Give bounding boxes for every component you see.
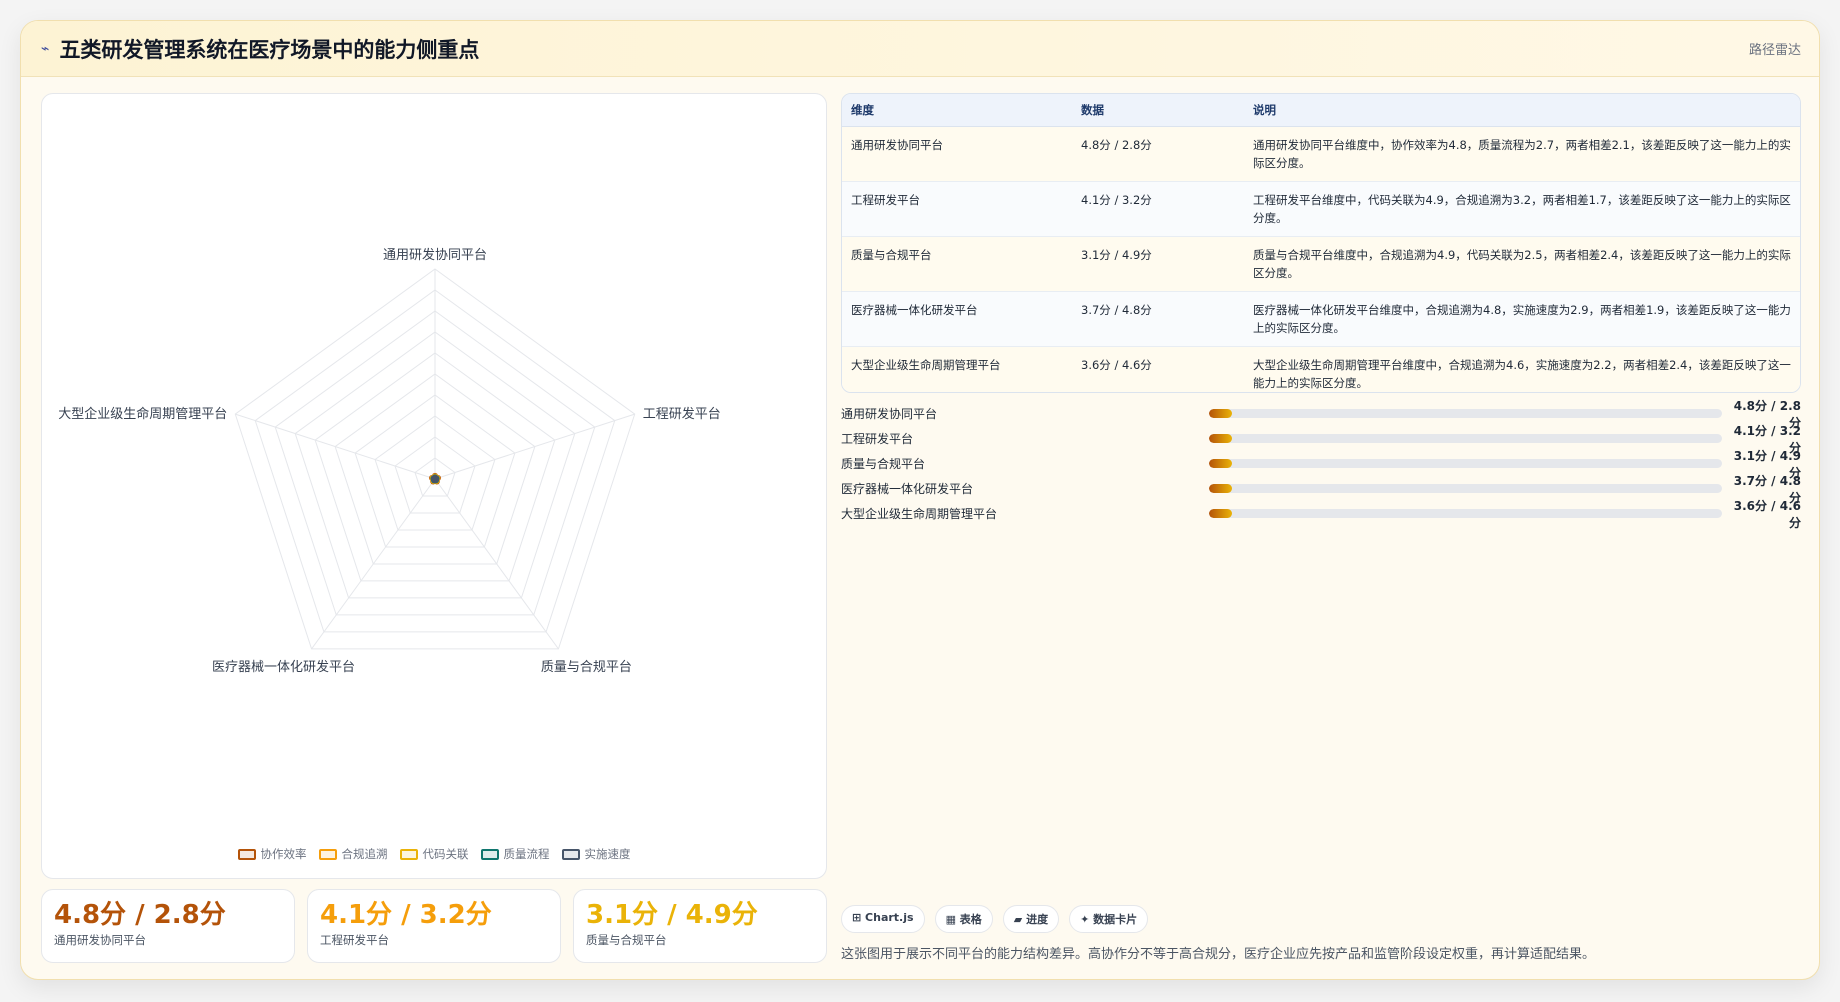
legend-label: 合规追溯	[341, 847, 388, 861]
page-title: 五类研发管理系统在医疗场景中的能力侧重点	[59, 37, 480, 62]
progress-track	[1209, 409, 1722, 418]
cell-description: 医疗器械一体化研发平台维度中，合规追溯为4.8，实施速度为2.9，两者相差1.9…	[1244, 291, 1800, 347]
progress-fill	[1209, 409, 1233, 418]
radar-point	[430, 475, 437, 482]
feature-chip[interactable]: ⊞ Chart.js	[841, 905, 925, 933]
progress-row: 工程研发平台 4.1分 / 3.2分	[841, 424, 1801, 455]
legend-swatch	[318, 848, 337, 860]
legend-label: 实施速度	[584, 847, 631, 861]
legend-swatch	[237, 848, 256, 860]
progress-label: 大型企业级生命周期管理平台	[841, 507, 998, 521]
legend-label: 协作效率	[260, 847, 307, 861]
legend-label: 代码关联	[422, 847, 469, 861]
cell-data: 3.7分 / 4.8分	[1072, 291, 1244, 347]
stat-card: 4.1分 / 3.2分工程研发平台	[307, 889, 561, 963]
progress-fill	[1209, 509, 1233, 518]
radar-chart: 通用研发协同平台工程研发平台质量与合规平台 医疗器械一体化研发平台 大型企业级生命周…	[41, 93, 827, 879]
legend-swatch	[480, 848, 499, 860]
col-header-data: 数据	[1072, 94, 1244, 127]
radar-axis-label: 大型企业级生命周期管理平台	[58, 406, 227, 422]
stat-label: 工程研发平台	[320, 933, 389, 947]
progress-fill	[1209, 434, 1233, 443]
radar-spoke	[434, 413, 635, 480]
legend-item[interactable]: 实施速度	[561, 846, 631, 862]
radar-svg: 通用研发协同平台工程研发平台质量与合规平台 医疗器械一体化研发平台 大型企业级生命周…	[58, 247, 721, 675]
feature-chips: ⊞ Chart.js ▦ 表格 ▰ 进度 ✦ 数据卡片	[841, 905, 1149, 933]
col-header-description: 说明	[1244, 94, 1800, 127]
progress-track	[1209, 484, 1722, 493]
stat-label: 通用研发协同平台	[54, 933, 146, 947]
progress-row: 通用研发协同平台 4.8分 / 2.8分	[841, 399, 1801, 430]
progress-track	[1209, 459, 1722, 468]
table-row: 医疗器械一体化研发平台 3.7分 / 4.8分 医疗器械一体化研发平台维度中，合规追…	[842, 291, 1800, 347]
table-row: 质量与合规平台 3.1分 / 4.9分 质量与合规平台维度中，合规追溯为4.9，代码…	[842, 236, 1800, 292]
cell-dimension: 工程研发平台	[842, 181, 1072, 237]
cell-description: 工程研发平台维度中，代码关联为4.9，合规追溯为3.2，两者相差1.7，该差距反…	[1244, 181, 1800, 237]
feature-chip[interactable]: ✦ 数据卡片	[1069, 905, 1149, 933]
progress-track	[1209, 509, 1722, 518]
cell-data: 3.1分 / 4.9分	[1072, 236, 1244, 292]
table-header-row: 维度 数据 说明	[842, 94, 1800, 127]
cell-data: 3.6分 / 4.6分	[1072, 346, 1244, 392]
radar-spoke	[235, 413, 436, 480]
progress-label: 质量与合规平台	[841, 457, 926, 471]
table-row: 通用研发协同平台 4.8分 / 2.8分 通用研发协同平台维度中，协作效率为4.8，…	[842, 126, 1800, 182]
progress-row: 医疗器械一体化研发平台 3.7分 / 4.8分	[841, 474, 1801, 505]
feature-chip[interactable]: ▦ 表格	[934, 905, 993, 933]
stat-value: 4.1分 / 3.2分	[320, 900, 492, 930]
panel-card: ⌁ 五类研发管理系统在医疗场景中的能力侧重点 路径雷达 通用研发协同平台 工程研发…	[20, 20, 1820, 980]
trend-icon: ⌁	[41, 40, 50, 57]
footnote: 这张图用于展示不同平台的能力结构差异。高协作分不等于高合规分，医疗企业应先按产品…	[841, 947, 1596, 962]
feature-chip[interactable]: ▰ 进度	[1002, 905, 1060, 933]
legend-swatch	[561, 848, 580, 860]
legend-item[interactable]: 协作效率	[237, 846, 307, 862]
stat-value: 4.8分 / 2.8分	[54, 900, 226, 930]
progress-label: 工程研发平台	[841, 432, 914, 446]
panel-header: ⌁ 五类研发管理系统在医疗场景中的能力侧重点 路径雷达	[21, 21, 1819, 77]
cell-data: 4.8分 / 2.8分	[1072, 126, 1244, 182]
col-header-dimension: 维度	[842, 94, 1072, 127]
progress-track	[1209, 434, 1722, 443]
legend-item[interactable]: 代码关联	[399, 846, 469, 862]
progress-row: 大型企业级生命周期管理平台 3.6分 / 4.6分	[841, 499, 1801, 530]
cell-description: 质量与合规平台维度中，合规追溯为4.9，代码关联为2.5，两者相差2.4，该差距…	[1244, 236, 1800, 292]
table-row: 大型企业级生命周期管理平台 3.6分 / 4.6分 大型企业级生命周期管理平台维度中…	[842, 346, 1800, 392]
header-tag: 路径雷达	[1748, 43, 1801, 58]
header-left: ⌁ 五类研发管理系统在医疗场景中的能力侧重点	[41, 34, 479, 64]
progress-label: 医疗器械一体化研发平台	[841, 482, 974, 496]
radar-axis-label: 质量与合规平台	[541, 660, 632, 675]
stat-label: 质量与合规平台	[586, 933, 667, 947]
data-table: 维度 数据 说明 通用研发协同平台 4.8分 / 2.8分 通用研发协同平台维度中，…	[841, 93, 1801, 393]
progress-fill	[1209, 459, 1233, 468]
cell-description: 大型企业级生命周期管理平台维度中，合规追溯为4.6，实施速度为2.2，两者相差2…	[1244, 346, 1800, 392]
cell-dimension: 质量与合规平台	[842, 236, 1072, 292]
legend-item[interactable]: 质量流程	[480, 846, 550, 862]
stat-cards: 4.8分 / 2.8分 通用研发协同平台 4.1分 / 3.2分 工程研发平台 3.1分…	[41, 889, 827, 963]
legend-swatch	[399, 848, 418, 860]
stat-card: 4.8分 / 2.8分通用研发协同平台	[41, 889, 295, 963]
progress-fill	[1209, 484, 1233, 493]
cell-data: 4.1分 / 3.2分	[1072, 181, 1244, 237]
cell-dimension: 大型企业级生命周期管理平台	[842, 346, 1072, 392]
radar-axis-label: 工程研发平台	[643, 406, 721, 422]
progress-list: 通用研发协同平台 4.8分 / 2.8分 工程研发平台 4.1分 / 3.2分 质量与合…	[841, 399, 1801, 530]
cell-dimension: 医疗器械一体化研发平台	[842, 291, 1072, 347]
progress-row: 质量与合规平台 3.1分 / 4.9分	[841, 449, 1801, 480]
radar-axis-label: 通用研发协同平台	[383, 247, 487, 263]
stat-value: 3.1分 / 4.9分	[586, 900, 758, 930]
cell-description: 通用研发协同平台维度中，协作效率为4.8，质量流程为2.7，两者相差2.1，该差…	[1244, 126, 1800, 182]
cell-dimension: 通用研发协同平台	[842, 126, 1072, 182]
radar-axis-label: 医疗器械一体化研发平台	[212, 659, 355, 675]
legend-label: 质量流程	[503, 847, 550, 861]
legend-item[interactable]: 合规追溯	[318, 846, 388, 862]
stat-card: 3.1分 / 4.9分质量与合规平台	[573, 889, 827, 963]
progress-value: 3.6分 / 4.6分	[1733, 498, 1801, 530]
chart-legend: 协作效率 合规追溯 代码关联 质量流程 实施速度	[42, 846, 826, 862]
progress-label: 通用研发协同平台	[841, 407, 938, 421]
table-row: 工程研发平台 4.1分 / 3.2分 工程研发平台维度中，代码关联为4.9，合规追溯…	[842, 181, 1800, 237]
